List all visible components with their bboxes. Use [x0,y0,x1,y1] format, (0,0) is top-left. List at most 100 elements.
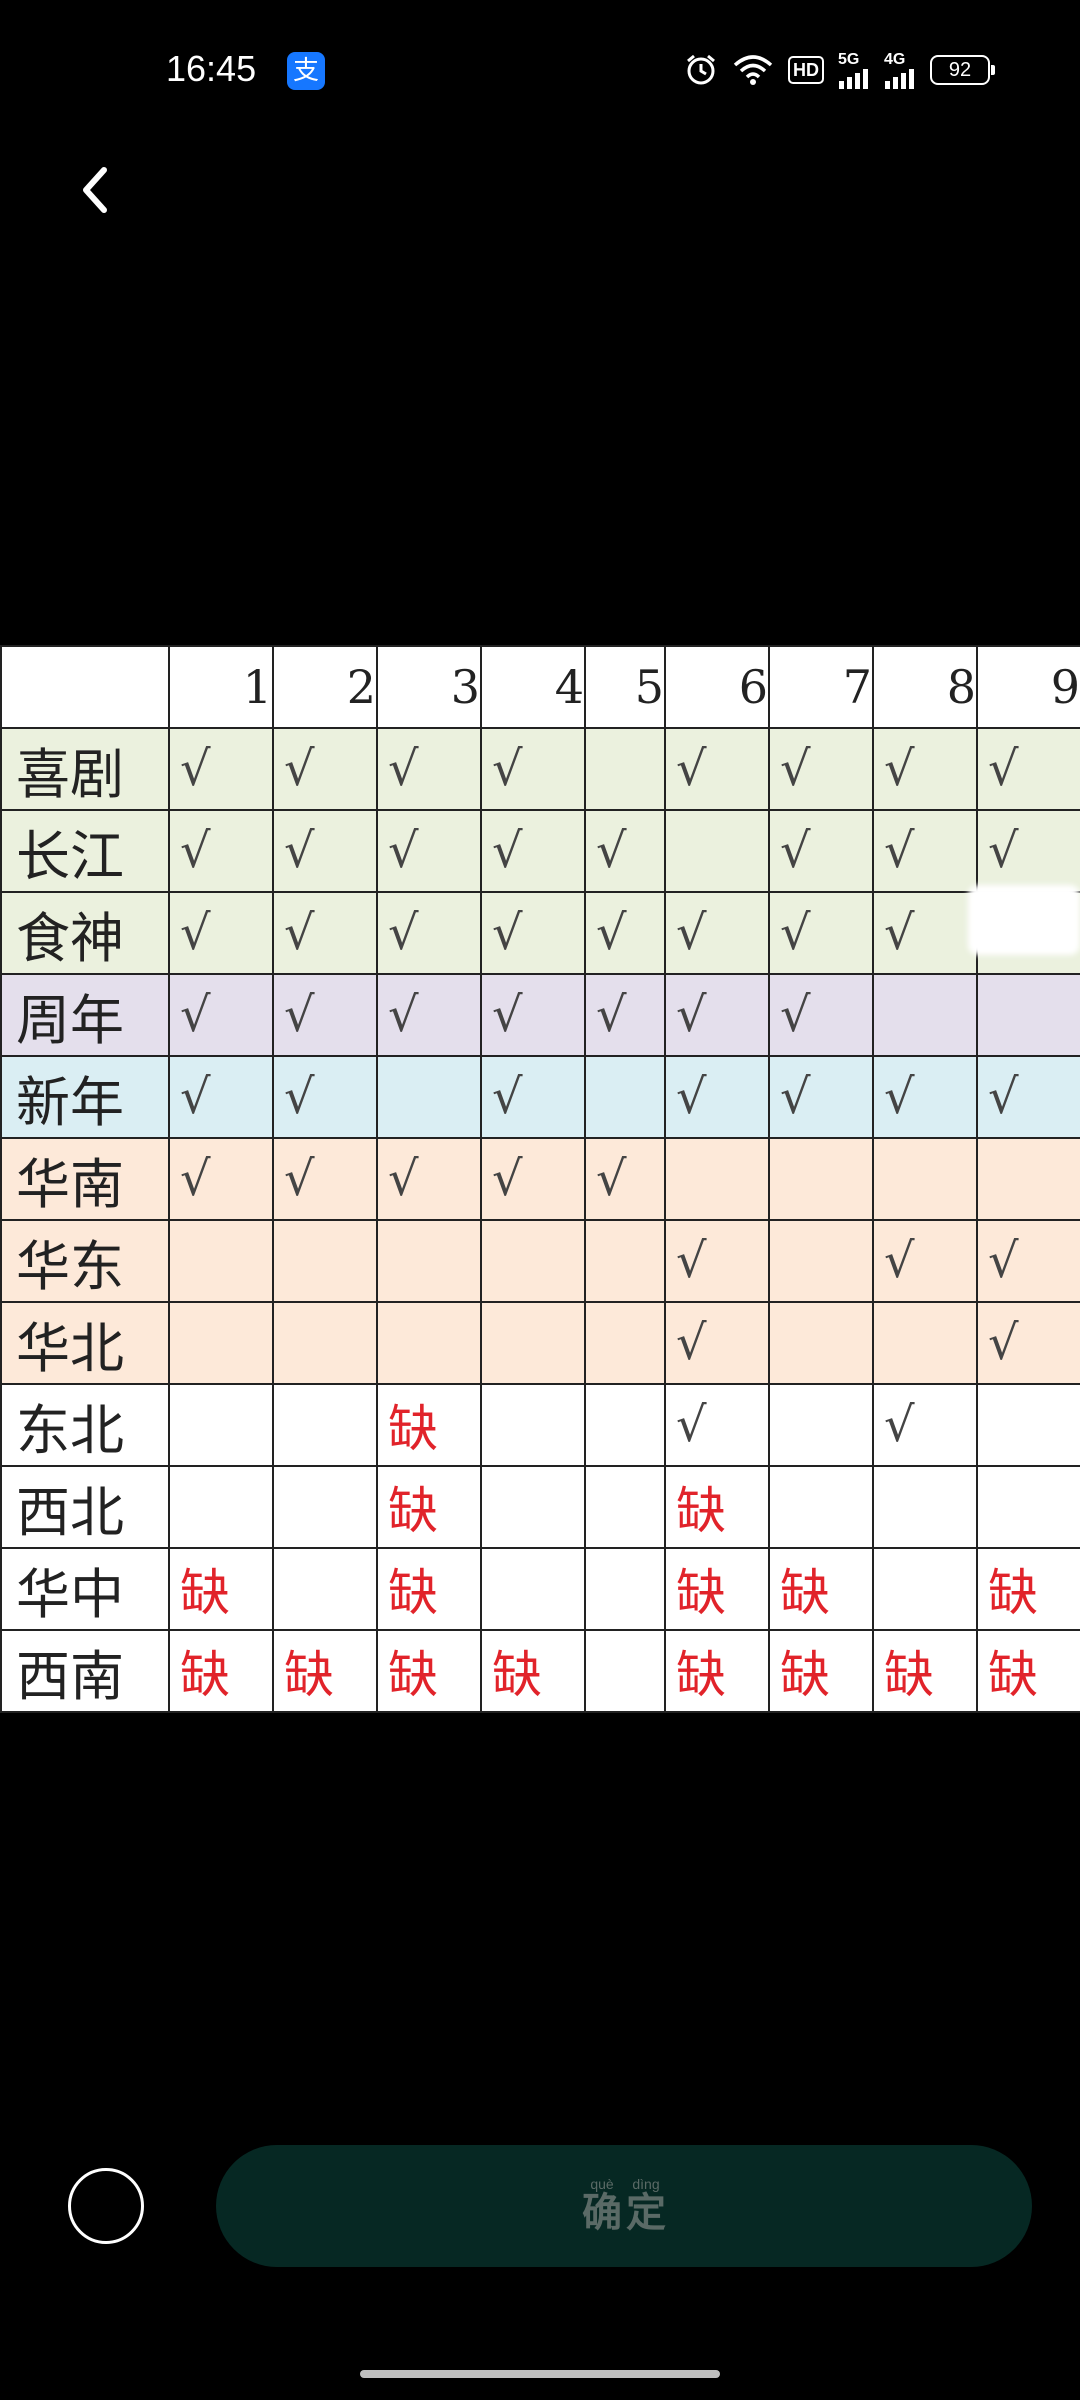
chevron-left-icon [83,167,107,213]
back-button[interactable] [66,160,126,220]
row-label: 喜剧 [0,727,170,811]
alarm-icon [687,54,715,85]
check-cell: √ [272,891,378,975]
missing-cell: 缺 [376,1383,482,1467]
check-cell: √ [272,1055,378,1139]
column-header: 4 [480,645,586,729]
check-cell: √ [376,727,482,811]
empty-cell [584,1301,666,1385]
column-header: 1 [168,645,274,729]
check-cell: √ [168,727,274,811]
check-cell: √ [664,1219,770,1303]
check-cell: √ [664,1383,770,1467]
grid-row: 新年 √ √ √ √ √ √ √ [0,1055,1080,1139]
check-cell: √ [584,809,666,893]
grid-row: 喜剧 √ √ √ √ √ √ √ √ [0,727,1080,811]
row-label: 新年 [0,1055,170,1139]
missing-cell: 缺 [168,1629,274,1713]
check-cell: √ [976,1055,1080,1139]
empty-cell [584,1219,666,1303]
empty-cell [768,1219,874,1303]
status-bar: 16:45 支 HD 5G 4G 92 [0,0,1080,140]
check-cell: √ [872,809,978,893]
check-cell: √ [480,809,586,893]
empty-cell [376,1219,482,1303]
row-label: 华北 [0,1301,170,1385]
check-cell: √ [872,891,978,975]
check-cell: √ [584,891,666,975]
check-cell: √ [376,891,482,975]
check-cell: √ [168,1055,274,1139]
empty-cell [584,1547,666,1631]
status-icons: HD 5G 4G 92 [684,48,995,92]
empty-cell [872,1301,978,1385]
check-cell: √ [768,1055,874,1139]
status-time: 16:45 [166,48,257,89]
check-cell: √ [584,1137,666,1221]
row-label: 西南 [0,1629,170,1713]
confirm-label: què 确 dìng 定 [582,2177,666,2235]
check-cell: √ [168,1137,274,1221]
missing-cell: 缺 [768,1629,874,1713]
missing-cell: 缺 [768,1547,874,1631]
grid-row: 华北 √ √ [0,1301,1080,1385]
row-label: 西北 [0,1465,170,1549]
check-cell: √ [168,891,274,975]
empty-cell [272,1547,378,1631]
check-cell: √ [272,973,378,1057]
grid-row: 华东 √ √ √ [0,1219,1080,1303]
empty-cell [664,1137,770,1221]
column-header: 3 [376,645,482,729]
empty-cell [584,1465,666,1549]
confirm-char: dìng 定 [626,2177,666,2235]
empty-cell [584,1055,666,1139]
confirm-pinyin: dìng [632,2176,660,2192]
empty-cell [872,1465,978,1549]
check-cell: √ [480,973,586,1057]
image-preview: 1 2 3 4 5 6 7 8 9 喜剧 √ √ √ √ √ √ √ √ 长江 √ √ √ √ √ √ √ √ 食神 √ √ √ √ √ √ √ √ 周… [0,645,1080,1713]
check-cell: √ [664,1301,770,1385]
empty-cell [872,973,978,1057]
check-cell: √ [480,1137,586,1221]
check-cell: √ [872,1219,978,1303]
missing-cell: 缺 [480,1629,586,1713]
empty-cell [584,727,666,811]
empty-cell [480,1383,586,1467]
confirm-pinyin: què [590,2176,614,2192]
row-label: 长江 [0,809,170,893]
select-circle-button[interactable] [68,2168,144,2244]
check-cell: √ [480,727,586,811]
check-cell: √ [768,727,874,811]
missing-cell: 缺 [376,1465,482,1549]
schedule-grid: 1 2 3 4 5 6 7 8 9 喜剧 √ √ √ √ √ √ √ √ 长江 √ √ √ √ √ √ √ √ 食神 √ √ √ √ √ √ √ √ 周… [0,645,1080,1713]
check-cell: √ [976,1219,1080,1303]
empty-cell [480,1465,586,1549]
grid-row: 食神 √ √ √ √ √ √ √ √ [0,891,1080,975]
check-cell: √ [480,1055,586,1139]
empty-cell [976,973,1080,1057]
grid-header-row: 123456789 [0,645,1080,729]
column-header: 7 [768,645,874,729]
signal-bars-icon [839,69,868,89]
empty-cell [272,1465,378,1549]
missing-cell: 缺 [376,1547,482,1631]
check-cell: √ [664,727,770,811]
empty-cell [272,1301,378,1385]
empty-cell [272,1219,378,1303]
empty-cell [480,1219,586,1303]
confirm-hanzi: 定 [626,2190,666,2236]
battery-icon: 92 [930,55,995,85]
row-label: 华东 [0,1219,170,1303]
signal-bars-icon [885,69,914,89]
column-header: 5 [584,645,666,729]
column-header: 6 [664,645,770,729]
empty-cell [376,1055,482,1139]
check-cell: √ [664,1055,770,1139]
grid-row: 华南 √ √ √ √ √ [0,1137,1080,1221]
empty-cell [768,1301,874,1385]
empty-cell [480,1547,586,1631]
empty-cell [768,1465,874,1549]
confirm-hanzi: 确 [582,2190,622,2236]
grid-row: 西北 缺 缺 [0,1465,1080,1549]
confirm-button[interactable]: què 确 dìng 定 [216,2145,1032,2267]
